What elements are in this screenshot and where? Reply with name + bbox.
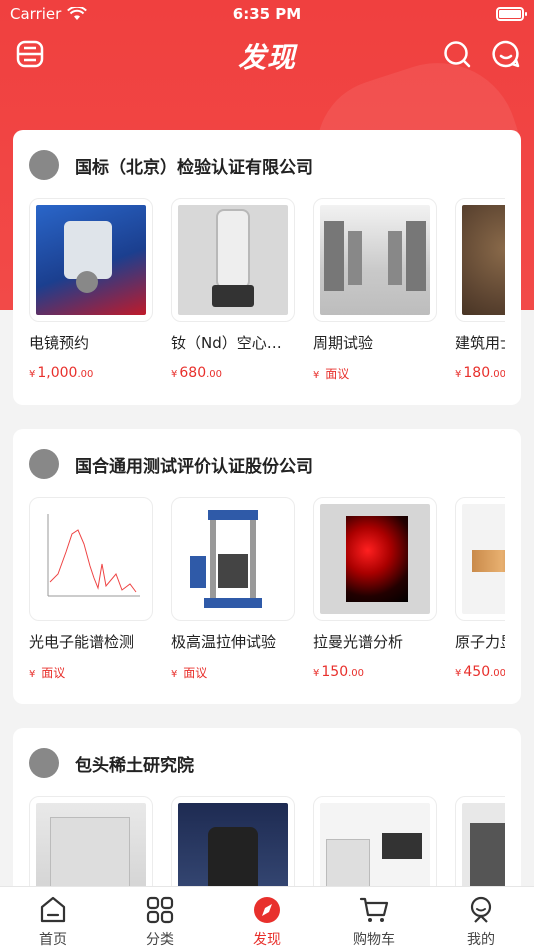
tab-label: 发现 <box>253 932 281 948</box>
product-item[interactable]: 电镜预约 ¥1,000.00 <box>29 198 153 381</box>
discover-icon <box>254 897 280 923</box>
product-price: ¥180.00 <box>455 365 505 381</box>
shop-avatar <box>29 748 59 778</box>
shop-avatar <box>29 449 59 479</box>
shop-name: 包头稀土研究院 <box>75 755 194 776</box>
category-icon <box>146 896 174 924</box>
shop-card[interactable]: 国标（北京）检验认证有限公司 电镜预约 ¥1,000.00 钕（Nd）空心… ¥… <box>13 130 521 405</box>
tab-label: 我的 <box>467 932 495 948</box>
tab-label: 首页 <box>39 932 67 948</box>
shop-card[interactable]: 国合通用测试评价认证股份公司 光电子能谱检测 ¥ 面议 极高温拉伸试验 ¥ 面议… <box>13 429 521 704</box>
product-name: 光电子能谱检测 <box>29 633 135 651</box>
shop-name: 国标（北京）检验认证有限公司 <box>75 157 313 178</box>
product-image <box>320 504 430 614</box>
product-price: ¥150.00 <box>313 664 365 680</box>
product-item[interactable]: 拉曼光谱分析 ¥150.00 <box>313 497 437 680</box>
product-item[interactable]: 原子力显 ¥450.00 <box>455 497 505 680</box>
product-row: 光电子能谱检测 ¥ 面议 极高温拉伸试验 ¥ 面议 拉曼光谱分析 ¥150.00 <box>29 497 505 697</box>
product-name: 电镜预约 <box>29 334 90 352</box>
clock: 6:35 PM <box>232 5 302 23</box>
status-bar: Carrier 6:35 PM <box>0 0 534 30</box>
product-image <box>36 504 146 614</box>
shop-name: 国合通用测试评价认证股份公司 <box>75 456 313 477</box>
product-name: 原子力显 <box>455 633 505 651</box>
home-icon <box>40 896 66 923</box>
product-image <box>36 205 146 315</box>
tab-cart[interactable]: 购物车 <box>334 895 414 949</box>
tab-discover[interactable]: 发现 <box>227 895 307 949</box>
product-name: 建筑用士 <box>455 334 505 352</box>
tab-label: 购物车 <box>353 932 395 948</box>
tab-home[interactable]: 首页 <box>13 895 93 949</box>
tab-bar: 首页 分类 发现 购物车 我的 <box>0 886 534 950</box>
cart-icon <box>359 897 389 922</box>
tab-profile[interactable]: 我的 <box>441 895 521 949</box>
product-price: ¥ 面议 <box>313 367 350 381</box>
product-price: ¥680.00 <box>171 365 223 381</box>
nav-bar: 发现 <box>0 30 534 80</box>
product-name: 拉曼光谱分析 <box>313 633 404 651</box>
battery-icon <box>496 7 527 21</box>
product-image <box>178 504 288 614</box>
product-image <box>178 205 288 315</box>
product-price: ¥ 面议 <box>171 666 208 680</box>
product-name: 钕（Nd）空心… <box>171 334 282 352</box>
product-price: ¥1,000.00 <box>29 365 94 381</box>
product-image <box>462 205 505 315</box>
tab-label: 分类 <box>146 932 174 948</box>
product-price: ¥ 面议 <box>29 666 66 680</box>
product-item[interactable]: 建筑用士 ¥180.00 <box>455 198 505 381</box>
tab-category[interactable]: 分类 <box>120 895 200 949</box>
product-price: ¥450.00 <box>455 664 505 680</box>
product-row: 电镜预约 ¥1,000.00 钕（Nd）空心… ¥680.00 周期试验 ¥ 面… <box>29 198 505 398</box>
product-item[interactable]: 周期试验 ¥ 面议 <box>313 198 437 382</box>
product-item[interactable]: 极高温拉伸试验 ¥ 面议 <box>171 497 295 681</box>
shop-avatar <box>29 150 59 180</box>
product-item[interactable]: 光电子能谱检测 ¥ 面议 <box>29 497 153 681</box>
product-item[interactable]: 钕（Nd）空心… ¥680.00 <box>171 198 295 381</box>
product-image <box>462 504 505 614</box>
search-icon[interactable] <box>443 40 471 68</box>
profile-icon <box>470 896 492 923</box>
product-name: 周期试验 <box>313 334 374 352</box>
message-icon[interactable] <box>492 40 520 68</box>
product-name: 极高温拉伸试验 <box>171 633 277 651</box>
product-image <box>320 205 430 315</box>
